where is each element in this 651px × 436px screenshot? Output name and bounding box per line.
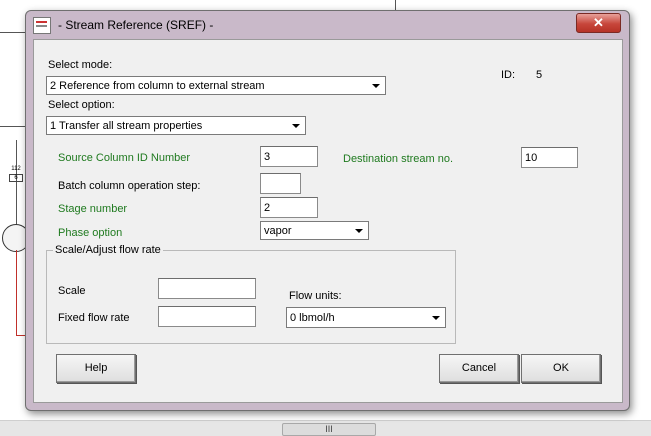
stream-reference-dialog: - Stream Reference (SREF) - ✕ Select mod… (25, 10, 630, 411)
scale-input[interactable] (158, 278, 256, 299)
scrollbar-thumb[interactable]: III (282, 423, 376, 436)
phase-option-value: vapor (264, 225, 292, 237)
stage-number-input[interactable]: 2 (260, 197, 318, 218)
diagram-tag-value: 6 (9, 174, 23, 182)
diagram-tag-box: 112 6 (9, 166, 23, 192)
close-button[interactable]: ✕ (576, 13, 621, 33)
id-label: ID: (501, 69, 516, 81)
stage-number-value: 2 (264, 202, 271, 214)
app-icon (33, 17, 51, 34)
scale-flow-group: Scale/Adjust flow rate Scale Fixed flow … (46, 244, 456, 344)
chevron-down-icon (432, 316, 440, 320)
flow-units-dropdown[interactable]: 0 lbmol/h (286, 307, 446, 328)
destination-stream-input[interactable]: 10 (521, 147, 578, 168)
fixed-flow-rate-input[interactable] (158, 306, 256, 327)
destination-stream-label: Destination stream no. (343, 153, 454, 165)
ok-button[interactable]: OK (521, 354, 601, 383)
select-option-dropdown[interactable]: 1 Transfer all stream properties (46, 116, 306, 135)
select-option-value: 1 Transfer all stream properties (50, 120, 203, 132)
diagram-tag-label: 112 (11, 166, 21, 172)
window-title: - Stream Reference (SREF) - (58, 18, 214, 32)
flow-units-label: Flow units: (289, 290, 342, 302)
chevron-down-icon (292, 124, 300, 128)
stage-number-label: Stage number (58, 203, 128, 215)
source-column-value: 3 (264, 151, 271, 163)
select-option-label: Select option: (48, 99, 115, 111)
flow-units-value: 0 lbmol/h (290, 312, 335, 324)
chevron-down-icon (372, 84, 380, 88)
batch-step-input[interactable] (260, 173, 301, 194)
phase-option-label: Phase option (58, 227, 123, 239)
cancel-button[interactable]: Cancel (439, 354, 519, 383)
dialog-body: Select mode: 2 Reference from column to … (33, 39, 623, 403)
select-mode-label: Select mode: (48, 59, 113, 71)
horizontal-scrollbar[interactable]: III (0, 420, 651, 436)
scale-flow-group-title: Scale/Adjust flow rate (53, 244, 163, 256)
select-mode-dropdown[interactable]: 2 Reference from column to external stre… (46, 76, 386, 95)
source-column-label: Source Column ID Number (58, 152, 191, 164)
batch-step-label: Batch column operation step: (58, 180, 201, 192)
destination-stream-value: 10 (525, 152, 538, 164)
select-mode-value: 2 Reference from column to external stre… (50, 80, 265, 92)
scale-label: Scale (58, 285, 86, 297)
help-button[interactable]: Help (56, 354, 136, 383)
chevron-down-icon (355, 229, 363, 233)
source-column-input[interactable]: 3 (260, 146, 318, 167)
fixed-flow-rate-label: Fixed flow rate (58, 312, 130, 324)
title-bar[interactable]: - Stream Reference (SREF) - ✕ (26, 11, 629, 39)
id-value: 5 (536, 69, 543, 81)
close-icon: ✕ (593, 15, 604, 30)
phase-option-dropdown[interactable]: vapor (260, 221, 369, 240)
